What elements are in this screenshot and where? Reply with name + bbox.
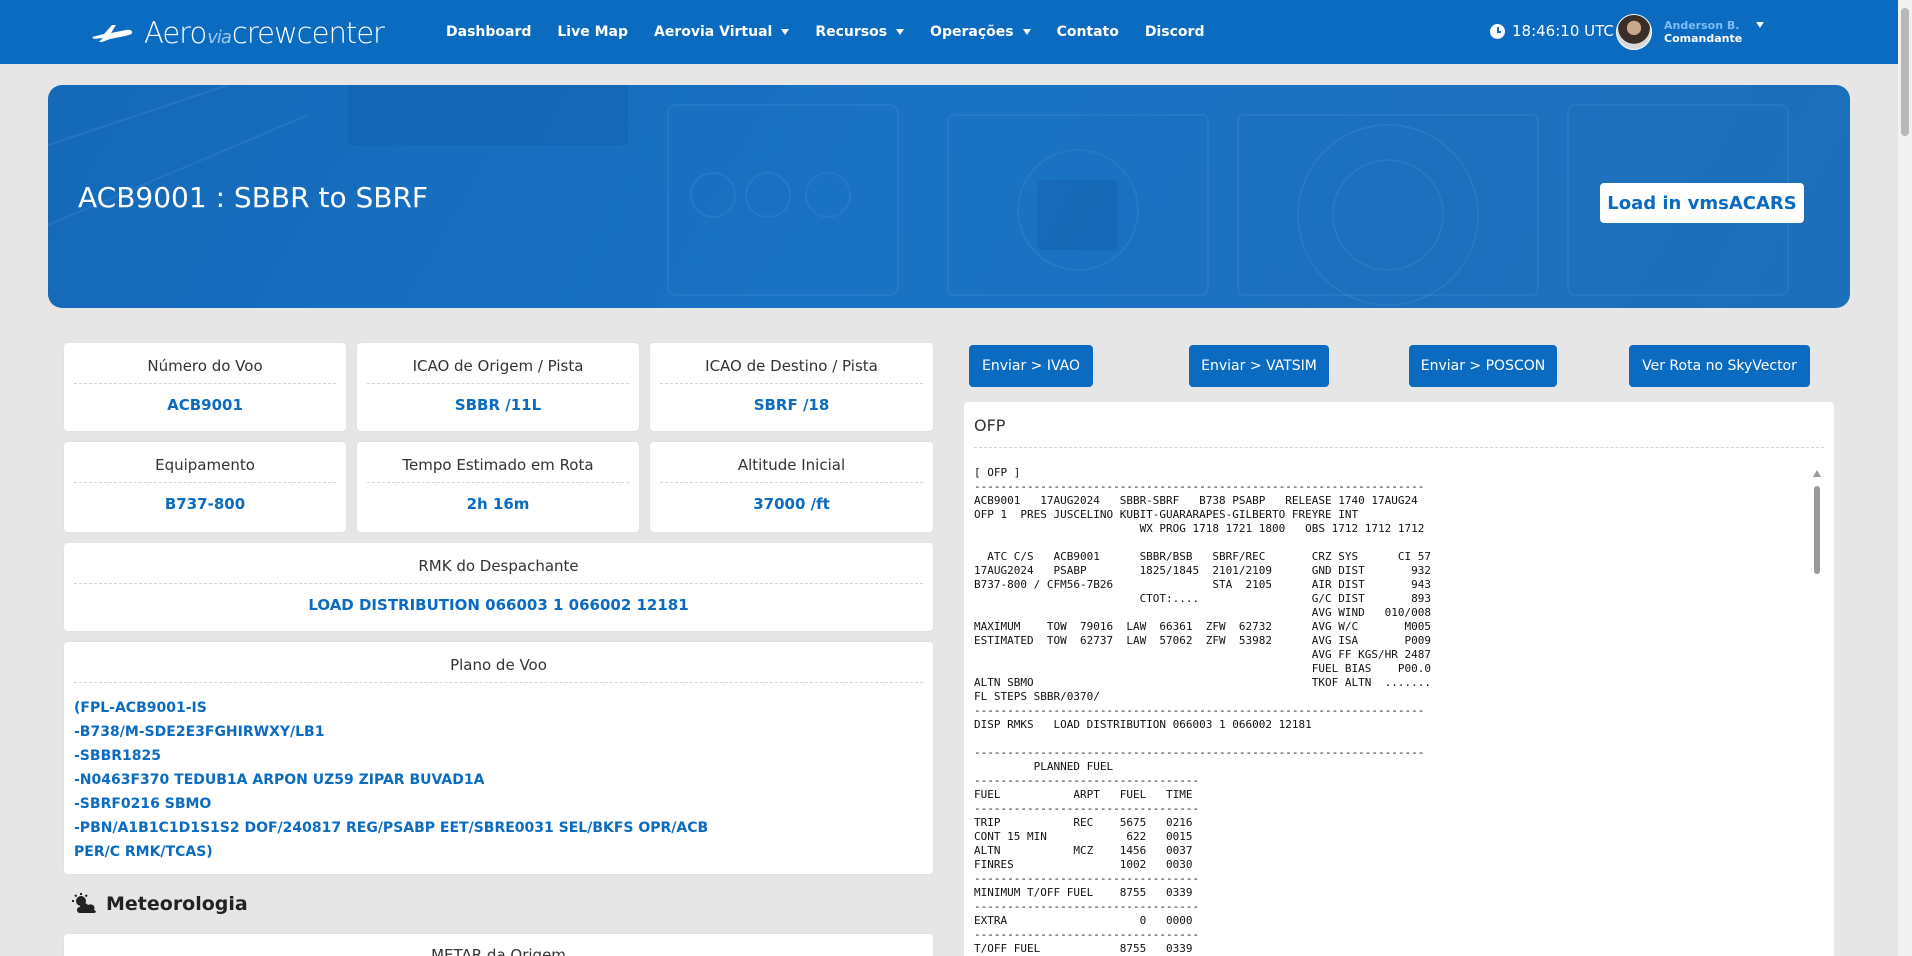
card-label: RMK do Despachante [418, 557, 579, 575]
altitude-value: 37000 /ft [753, 495, 830, 513]
main-nav: Dashboard Live Map Aerovia Virtual Recur… [446, 0, 1230, 64]
flight-plan-line: (FPL-ACB9001-IS [74, 700, 207, 716]
ofp-title: OFP [974, 416, 1006, 435]
ofp-scrollbar[interactable] [1812, 468, 1822, 956]
weather-cloud-sun-icon [72, 893, 96, 913]
nav-discord[interactable]: Discord [1145, 24, 1205, 40]
rmk-value: LOAD DISTRIBUTION 066003 1 066002 12181 [308, 596, 689, 614]
user-name: Anderson B. [1664, 19, 1740, 32]
card-label: Altitude Inicial [737, 456, 846, 474]
flight-plan-line: -PBN/A1B1C1D1S1S2 DOF/240817 REG/PSABP E… [74, 820, 709, 836]
flight-plan-line: -N0463F370 TEDUB1A ARPON UZ59 ZIPAR BUVA… [74, 772, 485, 788]
flight-plan-line: -B738/M-SDE2E3FGHIRWXY/LB1 [74, 724, 325, 740]
destination-card: ICAO de Destino / Pista SBRF /18 [650, 343, 933, 431]
dispatcher-rmk-card: RMK do Despachante LOAD DISTRIBUTION 066… [64, 543, 933, 631]
divider [367, 482, 629, 483]
utc-time: 18:46:10 UTC [1512, 22, 1614, 40]
flight-plan-line: PER/C RMK/TCAS) [74, 844, 213, 860]
chevron-down-icon [896, 29, 905, 35]
divider [74, 583, 923, 584]
send-vatsim-button[interactable]: Enviar > VATSIM [1189, 345, 1329, 387]
ofp-scroll-area[interactable]: [ OFP ] --------------------------------… [974, 466, 1814, 956]
page-scroll-thumb[interactable] [1901, 8, 1909, 136]
divider [74, 383, 336, 384]
equipment-card: Equipamento B737-800 [64, 442, 346, 532]
divider [367, 383, 629, 384]
nav-contato[interactable]: Contato [1057, 24, 1119, 40]
divider [74, 682, 923, 683]
divider [974, 447, 1824, 448]
divider [74, 482, 336, 483]
destination-value: SBRF /18 [753, 396, 830, 414]
altitude-card: Altitude Inicial 37000 /ft [650, 442, 933, 532]
flight-hero-banner: ACB9001 : SBBR to SBRF Load in vmsACARS [48, 85, 1850, 308]
flight-number-card: Número do Voo ACB9001 [64, 343, 346, 431]
card-label: Número do Voo [147, 357, 263, 375]
card-label: Plano de Voo [450, 656, 547, 674]
origin-card: ICAO de Origem / Pista SBBR /11L [357, 343, 639, 431]
utc-clock: 18:46:10 UTC [1490, 22, 1614, 40]
card-label: ICAO de Origem / Pista [412, 357, 584, 375]
nav-aerovia-virtual[interactable]: Aerovia Virtual [654, 24, 790, 40]
page-title: ACB9001 : SBBR to SBRF [78, 181, 429, 214]
ete-value: 2h 16m [466, 495, 530, 513]
nav-recursos[interactable]: Recursos [815, 24, 905, 40]
airplane-icon [92, 25, 133, 42]
flight-plan-line: -SBBR1825 [74, 748, 161, 764]
nav-operacoes[interactable]: Operações [930, 24, 1031, 40]
page-scrollbar[interactable] [1898, 0, 1912, 956]
skyvector-route-button[interactable]: Ver Rota no SkyVector [1629, 345, 1810, 387]
user-info: Anderson B. Comandante [1664, 19, 1742, 45]
divider [660, 482, 923, 483]
brand-logo[interactable]: Aeroviacrewcenter [90, 16, 385, 50]
ofp-text: [ OFP ] --------------------------------… [974, 466, 1431, 955]
nav-live-map[interactable]: Live Map [557, 24, 628, 40]
divider [660, 383, 923, 384]
chevron-down-icon [1756, 22, 1765, 28]
brand-wordmark: Aeroviacrewcenter [144, 16, 385, 50]
card-label: Tempo Estimado em Rota [402, 456, 594, 474]
origin-value: SBBR /11L [454, 396, 542, 414]
flight-plan-text: (FPL-ACB9001-IS -B738/M-SDE2E3FGHIRWXY/L… [74, 696, 708, 864]
metar-origin-label: METAR da Origem [431, 946, 566, 956]
user-role: Comandante [1664, 32, 1743, 45]
flight-plan-line: -SBRF0216 SBMO [74, 796, 212, 812]
equipment-value: B737-800 [164, 495, 246, 513]
ete-card: Tempo Estimado em Rota 2h 16m [357, 442, 639, 532]
card-label: Equipamento [155, 456, 255, 474]
send-ivao-button[interactable]: Enviar > IVAO [969, 345, 1093, 387]
flight-number-value: ACB9001 [167, 396, 243, 414]
card-label: ICAO de Destino / Pista [705, 357, 878, 375]
send-poscon-button[interactable]: Enviar > POSCON [1409, 345, 1557, 387]
flight-plan-card: Plano de Voo (FPL-ACB9001-IS -B738/M-SDE… [64, 642, 933, 874]
chevron-down-icon [781, 29, 790, 35]
metar-origin-card: METAR da Origem [64, 934, 933, 956]
avatar [1616, 14, 1652, 50]
clock-icon [1490, 23, 1505, 39]
top-navbar: Aeroviacrewcenter Dashboard Live Map Aer… [0, 0, 1898, 64]
weather-title-text: Meteorologia [106, 893, 248, 915]
chevron-down-icon [1022, 29, 1031, 35]
ofp-card: OFP [ OFP ] ----------------------------… [964, 402, 1834, 956]
load-vmsacars-button[interactable]: Load in vmsACARS [1600, 183, 1804, 223]
user-menu[interactable]: Anderson B. Comandante [1616, 14, 1765, 50]
weather-section-title: Meteorologia [72, 893, 248, 915]
nav-dashboard[interactable]: Dashboard [446, 24, 531, 40]
ofp-scroll-thumb[interactable] [1814, 486, 1820, 574]
scroll-up-arrow-icon[interactable] [1813, 470, 1821, 477]
